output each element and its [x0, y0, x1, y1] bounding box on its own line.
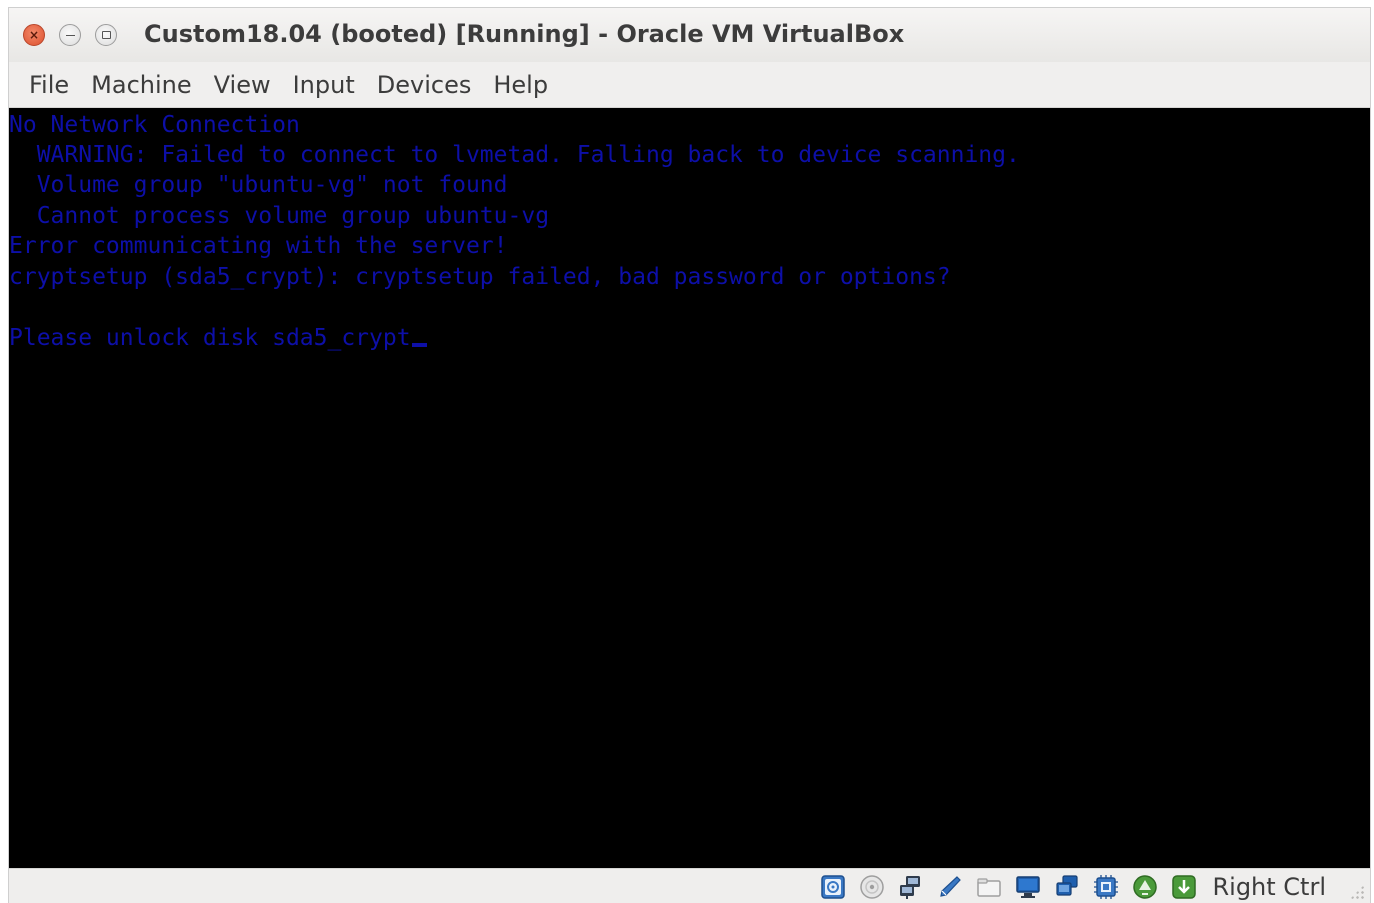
- menu-input[interactable]: Input: [285, 65, 369, 105]
- title-bar[interactable]: × Custom18.04 (booted) [Running] - Oracl…: [9, 8, 1370, 62]
- shared-folders-icon[interactable]: [976, 874, 1002, 900]
- keyboard-capture-icon[interactable]: [1171, 874, 1197, 900]
- menu-view[interactable]: View: [206, 65, 285, 105]
- display-icon[interactable]: [1015, 874, 1041, 900]
- maximize-button[interactable]: [95, 24, 117, 46]
- mouse-integration-icon[interactable]: [1132, 874, 1158, 900]
- close-icon: ×: [28, 28, 40, 42]
- console-line: WARNING: Failed to connect to lvmetad. F…: [9, 142, 1020, 168]
- menu-help[interactable]: Help: [485, 65, 562, 105]
- console-prompt-line: Please unlock disk sda5_crypt: [9, 323, 427, 353]
- hard-disk-icon[interactable]: [820, 874, 846, 900]
- minimize-button[interactable]: [59, 24, 81, 46]
- cpu-icon[interactable]: [1093, 874, 1119, 900]
- menu-file[interactable]: File: [21, 65, 83, 105]
- usb-icon[interactable]: [937, 874, 963, 900]
- menu-bar: File Machine View Input Devices Help: [9, 62, 1370, 108]
- resize-grip[interactable]: [1350, 885, 1364, 899]
- status-bar: Right Ctrl: [9, 868, 1370, 903]
- console-line: Cannot process volume group ubuntu-vg: [9, 203, 550, 229]
- vm-console-screen[interactable]: No Network Connection WARNING: Failed to…: [9, 108, 1370, 868]
- console-prompt: Please unlock disk sda5_crypt: [9, 325, 411, 351]
- network-icon[interactable]: [898, 874, 924, 900]
- console-line: No Network Connection: [9, 112, 300, 138]
- close-button[interactable]: ×: [23, 24, 45, 46]
- host-key-label[interactable]: Right Ctrl: [1212, 873, 1326, 901]
- optical-drive-icon[interactable]: [859, 874, 885, 900]
- window-title: Custom18.04 (booted) [Running] - Oracle …: [144, 20, 905, 48]
- text-cursor: [411, 343, 427, 347]
- console-line: Error communicating with the server!: [9, 233, 508, 259]
- virtualbox-window: × Custom18.04 (booted) [Running] - Oracl…: [9, 8, 1370, 903]
- video-capture-icon[interactable]: [1054, 874, 1080, 900]
- console-line: Volume group "ubuntu-vg" not found: [9, 172, 508, 198]
- minimize-icon: [65, 34, 75, 36]
- menu-machine[interactable]: Machine: [83, 65, 205, 105]
- maximize-icon: [101, 31, 111, 39]
- console-line: cryptsetup (sda5_crypt): cryptsetup fail…: [9, 264, 951, 290]
- menu-devices[interactable]: Devices: [369, 65, 486, 105]
